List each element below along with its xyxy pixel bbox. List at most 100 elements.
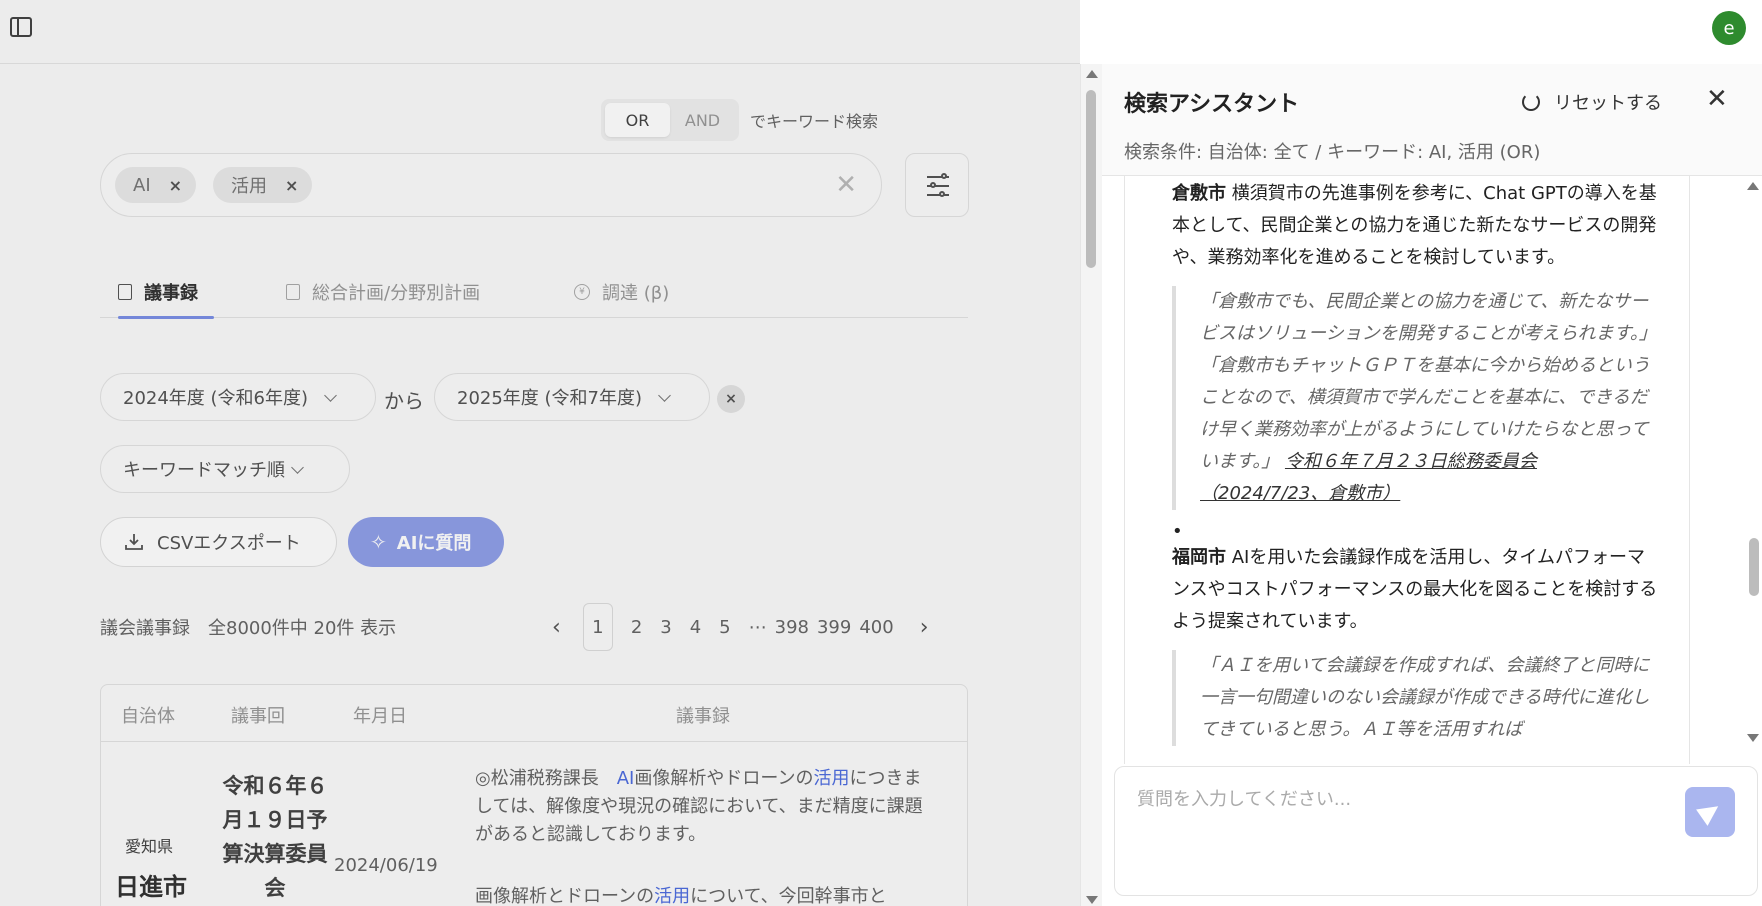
search-conditions: 検索条件: 自治体: 全て / キーワード: AI, 活用 (OR)	[1124, 142, 1541, 163]
scroll-down-icon[interactable]	[1747, 734, 1759, 742]
table-header: 自治体 議事回 年月日 議事録	[101, 685, 967, 742]
prefecture-cell: 愛知県	[125, 837, 174, 856]
refresh-icon	[1522, 93, 1540, 111]
answer-item: 倉敷市 横須賀市の先進事例を参考に、Chat GPTの導入を基本として、民間企業…	[1172, 178, 1662, 274]
tab-plans[interactable]: 総合計画/分野別計画	[286, 266, 480, 318]
sort-value: キーワードマッチ順	[123, 460, 285, 481]
chip-remove-icon[interactable]: ×	[169, 176, 182, 195]
left-scrollbar[interactable]	[1080, 64, 1102, 906]
assistant-title: 検索アシスタント	[1124, 92, 1300, 117]
tab-label: 調達 (β)	[602, 283, 670, 304]
scroll-thumb[interactable]	[1749, 538, 1759, 596]
ask-ai-button[interactable]: ✧ AIに質問	[348, 517, 504, 567]
prev-page-icon[interactable]: ‹	[552, 615, 561, 640]
csv-export-button[interactable]: CSVエクスポート	[100, 517, 337, 567]
page-number[interactable]: 4	[690, 617, 701, 638]
minutes-table: 自治体 議事回 年月日 議事録 愛知県 日進市 令和６年６月１９日予算決算委員会…	[100, 684, 968, 906]
year-from-select[interactable]: 2024年度 (令和6年度)	[100, 373, 376, 421]
tab-label: 総合計画/分野別計画	[312, 283, 481, 304]
tab-minutes[interactable]: 議事録	[118, 266, 214, 319]
scroll-up-icon[interactable]	[1086, 70, 1098, 78]
column-header: 年月日	[353, 706, 407, 727]
next-page-icon[interactable]: ›	[920, 615, 929, 640]
scroll-thumb[interactable]	[1086, 90, 1096, 268]
keyword-mode-label: でキーワード検索	[750, 112, 879, 131]
scroll-down-icon[interactable]	[1086, 896, 1098, 904]
answer-quote: 「倉敷市でも、民間企業との協力を通じて、新たなサービスはソリューションを開発する…	[1172, 286, 1662, 510]
column-header: 議事録	[676, 706, 730, 727]
mode-or-option[interactable]: OR	[605, 103, 670, 137]
page-number[interactable]: 3	[660, 617, 671, 638]
answer-city: 倉敷市	[1172, 183, 1226, 204]
minutes-excerpt: ◎松浦税務課長 AI画像解析やドローンの活用につきましては、解像度や現況の確認に…	[475, 768, 923, 845]
chip-remove-icon[interactable]: ×	[285, 176, 298, 195]
chevron-down-icon	[324, 388, 337, 402]
results-count: 議会議事録 全8000件中 20件 表示	[100, 618, 397, 639]
search-pane: OR AND でキーワード検索 AI × 活用 × ✕ 議事録 総合計画/分野別…	[0, 0, 1080, 906]
year-to-select[interactable]: 2025年度 (令和7年度)	[434, 373, 710, 421]
year-to-value: 2025年度 (令和7年度)	[457, 388, 643, 409]
tab-procurement[interactable]: ¥ 調達 (β)	[574, 266, 669, 318]
clear-year-icon[interactable]: ×	[717, 385, 745, 413]
content-tabs: 議事録 総合計画/分野別計画 ¥ 調達 (β)	[100, 266, 968, 319]
document-icon	[118, 284, 132, 300]
answer-content: 倉敷市 横須賀市の先進事例を参考に、Chat GPTの導入を基本として、民間企業…	[1172, 178, 1662, 746]
filter-settings-button[interactable]	[905, 153, 969, 217]
minutes-cell: ◎松浦税務課長 AI画像解析やドローンの活用につきましては、解像度や現況の確認に…	[475, 765, 935, 906]
sparkle-icon: ✧	[370, 530, 387, 554]
chip-label: AI	[133, 174, 151, 196]
close-icon[interactable]: ✕	[1706, 84, 1728, 114]
send-icon	[1696, 798, 1724, 826]
page-number[interactable]: 399	[817, 617, 851, 638]
column-header: 議事回	[231, 706, 285, 727]
mode-and-option[interactable]: AND	[670, 103, 735, 137]
ask-ai-label: AIに質問	[396, 533, 472, 554]
user-avatar[interactable]: e	[1712, 11, 1746, 45]
question-input-box	[1114, 766, 1758, 896]
left-topbar	[0, 0, 1080, 64]
range-connector: から	[384, 389, 424, 413]
page-number[interactable]: 400	[859, 617, 893, 638]
page-number[interactable]: 398	[775, 617, 809, 638]
question-input[interactable]	[1137, 789, 1677, 810]
answer-quote: 「ＡＩを用いて会議録を作成すれば、会議終了と同時に一言一句間違いのない会議録が作…	[1172, 650, 1662, 746]
answer-summary: 横須賀市の先進事例を参考に、Chat GPTの導入を基本として、民間企業との協力…	[1172, 183, 1657, 268]
page-number[interactable]: 2	[631, 617, 642, 638]
edit-document-icon	[286, 284, 300, 300]
keyword-chip: 活用 ×	[213, 167, 313, 203]
column-header: 自治体	[121, 706, 175, 727]
session-cell: 令和６年６月１９日予算決算委員会	[222, 774, 328, 900]
clear-keywords-icon[interactable]: ✕	[835, 170, 857, 200]
minutes-excerpt: 画像解析とドローンの活用について、今回幹事市と	[475, 886, 887, 906]
reset-label: リセットする	[1554, 93, 1662, 114]
assistant-scrollbar[interactable]	[1744, 176, 1762, 776]
assistant-header: 検索アシスタント リセットする ✕ 検索条件: 自治体: 全て / キーワード:…	[1102, 64, 1762, 176]
csv-export-label: CSVエクスポート	[157, 533, 301, 554]
keyword-search-box[interactable]: AI × 活用 × ✕	[100, 153, 882, 217]
page-ellipsis: ⋯	[748, 616, 767, 638]
chip-label: 活用	[231, 176, 267, 197]
page-number[interactable]: 1	[582, 603, 613, 651]
tab-label: 議事録	[144, 283, 198, 304]
send-button[interactable]	[1685, 787, 1735, 837]
page-number[interactable]: 5	[719, 617, 730, 638]
yen-coin-icon: ¥	[574, 284, 590, 300]
answer-summary: AIを用いた会議録作成を活用し、タイムパフォーマンスやコストパフォーマンスの最大…	[1172, 547, 1658, 632]
sort-select[interactable]: キーワードマッチ順	[100, 445, 350, 493]
sidebar-toggle-icon[interactable]	[10, 17, 32, 37]
chevron-down-icon	[658, 388, 671, 402]
pagination: ‹ 1 2 3 4 5 ⋯ 398 399 400 ›	[548, 603, 929, 651]
answer-city: 福岡市	[1172, 547, 1226, 568]
keyword-mode-toggle[interactable]: OR AND	[601, 99, 739, 141]
search-assistant-panel: 検索アシスタント リセットする ✕ 検索条件: 自治体: 全て / キーワード:…	[1102, 64, 1762, 906]
download-icon	[125, 533, 143, 551]
assistant-message: 倉敷市 横須賀市の先進事例を参考に、Chat GPTの導入を基本として、民間企業…	[1124, 176, 1690, 764]
reset-button[interactable]: リセットする	[1522, 89, 1662, 115]
year-from-value: 2024年度 (令和6年度)	[123, 388, 309, 409]
keyword-chip: AI ×	[115, 167, 197, 203]
chevron-down-icon	[291, 460, 304, 474]
scroll-up-icon[interactable]	[1747, 182, 1759, 190]
answer-item: 福岡市 AIを用いた会議録作成を活用し、タイムパフォーマンスやコストパフォーマン…	[1172, 542, 1662, 638]
list-bullet	[1172, 516, 1662, 542]
city-cell: 日進市	[115, 873, 187, 901]
